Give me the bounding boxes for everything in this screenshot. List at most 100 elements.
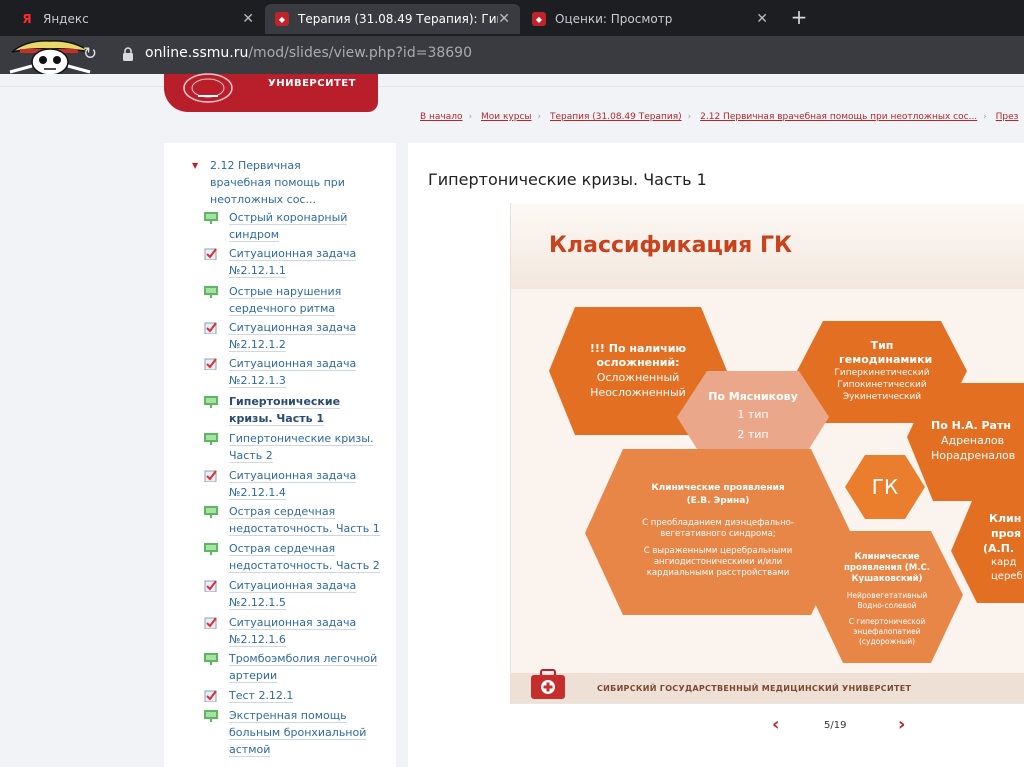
reload-icon[interactable]: ↻ <box>80 44 100 64</box>
sidebar-item-label: Экстренная помощь больным бронхиальной а… <box>229 709 367 757</box>
breadcrumb-home[interactable]: В начало <box>420 112 463 122</box>
slides-icon <box>204 212 218 224</box>
hex-line: Адреналов <box>941 433 1005 447</box>
sidebar-item[interactable]: Гипертонические кризы. Часть 1 <box>204 393 384 427</box>
hex-line: Неосложненный <box>590 386 686 399</box>
sidebar-item-label: Ситуационная задача №2.12.1.6 <box>229 616 357 647</box>
slide-footer: СИБИРСКИЙ ГОСУДАРСТВЕННЫЙ МЕДИЦИНСКИЙ УН… <box>511 673 1024 703</box>
slides-icon <box>204 286 218 298</box>
hex-line: проя <box>991 526 1022 540</box>
previous-slide-button[interactable]: ‹ <box>772 714 779 735</box>
lock-icon[interactable] <box>122 47 134 61</box>
hex-line: цереб <box>991 570 1023 582</box>
tab-grades[interactable]: ◆ Оценки: Просмотр ✕ <box>522 4 778 34</box>
task-checklist-icon <box>204 322 217 334</box>
sidebar-item[interactable]: Ситуационная задача №2.12.1.4 <box>204 467 384 501</box>
sidebar-item-label: Ситуационная задача №2.12.1.1 <box>229 247 357 278</box>
hex-line: Гипокинетический <box>837 380 927 390</box>
breadcrumb-separator-icon: › <box>687 112 692 122</box>
hex-gk-label: ГК <box>845 459 925 515</box>
sidebar-section-title[interactable]: 2.12 Первичная врачебная помощь при неот… <box>210 157 360 208</box>
sidebar-item[interactable]: Острые нарушения сердечного ритма <box>204 283 384 317</box>
hex-ratner-label: По Н.А. Ратн Адреналов Норадреналов <box>931 413 1024 467</box>
tab-therapy[interactable]: ◆ Терапия (31.08.49 Терапия): Гипертонич… <box>265 4 520 34</box>
hex-kushakovsky-label: Клинические проявления (М.С. Кушаковский… <box>829 539 945 659</box>
sidebar-item[interactable]: Гипертонические кризы. Часть 2 <box>204 430 384 464</box>
sidebar-item[interactable]: Острая сердечная недостаточность. Часть … <box>204 540 384 574</box>
tab-title: Яндекс <box>43 12 89 26</box>
new-tab-button[interactable]: + <box>788 5 810 29</box>
site-logo[interactable]: УНИВЕРСИТЕТ <box>164 73 378 112</box>
breadcrumb-separator-icon: › <box>468 112 473 122</box>
hex-line: Норадреналов <box>931 448 1016 462</box>
url-host: online.ssmu.ru <box>145 45 249 61</box>
hex-line: 2 тип <box>737 428 769 441</box>
tab-title: Оценки: Просмотр <box>555 12 673 26</box>
url-path: /mod/slides/view.php?id=38690 <box>248 45 472 61</box>
close-tab-icon[interactable]: ✕ <box>756 11 768 27</box>
university-emblem-icon <box>183 73 233 103</box>
sidebar-item[interactable]: Ситуационная задача №2.12.1.2 <box>204 319 384 353</box>
breadcrumb: В начало › Мои курсы › Терапия (31.08.49 Т… <box>420 112 1018 122</box>
sidebar-item-label: Ситуационная задача №2.12.1.2 <box>229 321 357 352</box>
hex-line: (А.П. <box>983 541 1015 555</box>
sidebar-item[interactable]: Ситуационная задача №2.12.1.6 <box>204 614 384 648</box>
hex-hemodynamics-label: Тип гемодинамики Гиперкинетический Гипок… <box>809 329 955 413</box>
page-title: Гипертонические кризы. Часть 1 <box>428 170 707 189</box>
hex-edge-label: Клин проя (А.П. кард цереб <box>983 499 1024 595</box>
sidebar-item-label: Тест 2.12.1 <box>229 689 294 703</box>
hex-line: Осложненный <box>596 371 680 384</box>
sidebar-item[interactable]: Ситуационная задача №2.12.1.1 <box>204 245 384 279</box>
task-checklist-icon <box>204 580 217 592</box>
slides-icon <box>204 433 218 445</box>
sidebar-item-label: Гипертонические кризы. Часть 1 <box>229 395 341 426</box>
sidebar-item[interactable]: Тромбоэмболия легочной артерии <box>204 650 384 684</box>
breadcrumb-current[interactable]: През <box>996 112 1019 122</box>
hex-heading: !!! По наличию осложнений: <box>589 342 687 369</box>
sidebar-item-label: Острые нарушения сердечного ритма <box>229 285 342 316</box>
header-divider <box>0 86 1024 87</box>
sidebar-item-label: Ситуационная задача №2.12.1.3 <box>229 357 357 388</box>
url-field[interactable]: online.ssmu.ru/mod/slides/view.php?id=38… <box>145 45 472 61</box>
tab-yandex[interactable]: Я Яндекс ✕ <box>10 4 264 34</box>
sidebar-item[interactable]: Ситуационная задача №2.12.1.3 <box>204 355 384 389</box>
yandex-icon: Я <box>22 12 32 26</box>
breadcrumb-separator-icon: › <box>983 112 987 122</box>
slides-icon <box>204 543 218 555</box>
sidebar-item[interactable]: Острый коронарный синдром <box>204 209 384 243</box>
breadcrumb-course[interactable]: Терапия (31.08.49 Терапия) <box>550 112 682 122</box>
university-shield-icon: ◆ <box>275 12 289 26</box>
hex-heading: По Н.А. Ратн <box>931 418 1011 432</box>
close-tab-icon[interactable]: ✕ <box>242 11 254 27</box>
sidebar-item[interactable]: Острая сердечная недостаточность. Часть … <box>204 503 384 537</box>
sidebar-item-label: Ситуационная задача №2.12.1.5 <box>229 579 357 610</box>
slide-viewer: Классификация ГК !!! По наличию осложнен… <box>510 203 1024 703</box>
task-checklist-icon <box>204 470 217 482</box>
hex-heading: По Мясникову <box>708 390 798 403</box>
sidebar-item[interactable]: Тест 2.12.1 <box>204 687 384 704</box>
next-slide-button[interactable]: › <box>898 714 905 735</box>
task-checklist-icon <box>204 690 217 702</box>
hex-line: С гипертонической энцефалопатией (судоро… <box>848 616 926 646</box>
hex-heading: Клинические проявления (Е.В. Эрина) <box>651 482 785 506</box>
collapse-triangle-icon[interactable]: ▼ <box>192 161 198 170</box>
sidebar-item-label: Гипертонические кризы. Часть 2 <box>229 432 374 463</box>
slides-icon <box>204 506 218 518</box>
sidebar-item-label: Ситуационная задача №2.12.1.4 <box>229 469 357 500</box>
sidebar-item-label: Острый коронарный синдром <box>229 211 348 242</box>
hex-heading: Тип гемодинамики <box>839 339 933 366</box>
sidebar-item[interactable]: Экстренная помощь больным бронхиальной а… <box>204 707 384 758</box>
breadcrumb-my-courses[interactable]: Мои курсы <box>481 112 532 122</box>
slide-footer-text: СИБИРСКИЙ ГОСУДАРСТВЕННЫЙ МЕДИЦИНСКИЙ УН… <box>597 684 912 693</box>
task-checklist-icon <box>204 358 217 370</box>
slides-icon <box>204 396 218 408</box>
slide-pager: ‹ 5/19 › <box>510 703 1024 749</box>
university-shield-icon: ◆ <box>532 12 546 26</box>
breadcrumb-section[interactable]: 2.12 Первичная врачебная помощь при неот… <box>700 112 977 122</box>
sidebar-item-label: Острая сердечная недостаточность. Часть … <box>229 542 380 573</box>
sidebar-item[interactable]: Ситуационная задача №2.12.1.5 <box>204 577 384 611</box>
close-tab-icon[interactable]: ✕ <box>498 11 510 27</box>
hex-line: 1 тип <box>737 408 769 421</box>
sidebar-item-label: Тромбоэмболия легочной артерии <box>229 652 378 683</box>
logo-text: УНИВЕРСИТЕТ <box>268 78 356 89</box>
